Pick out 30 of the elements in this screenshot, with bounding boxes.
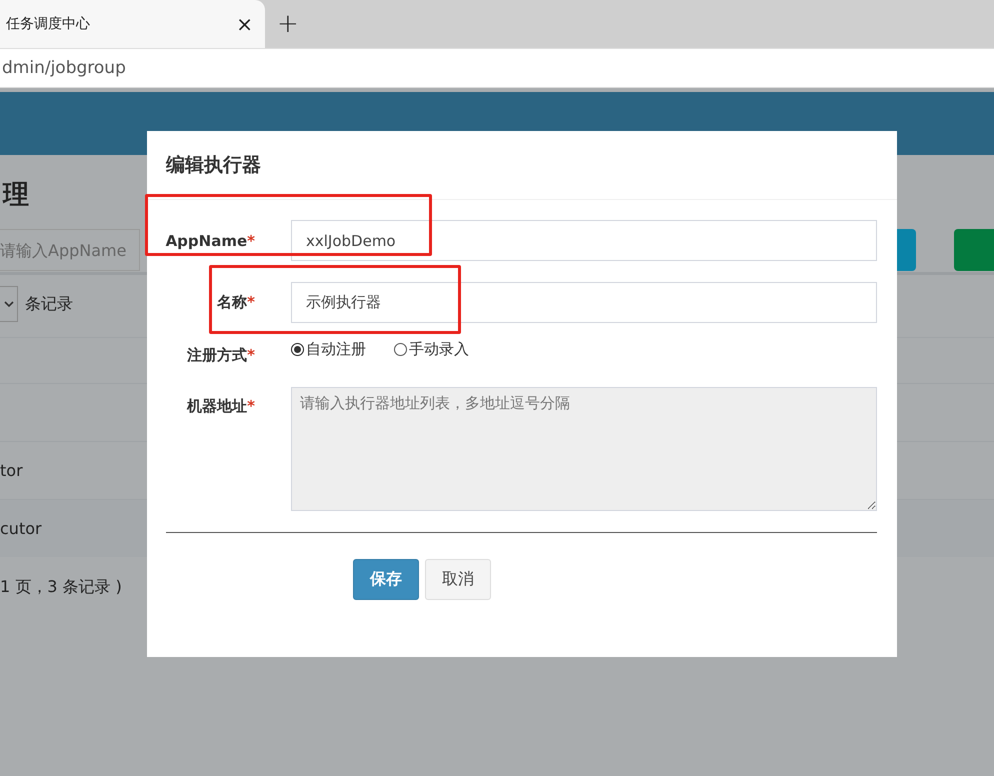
required-mark: * [247, 346, 255, 364]
page-title: 理 [2, 179, 30, 212]
field-label: 名称 [217, 293, 248, 311]
page-size-select[interactable] [0, 286, 18, 322]
radio-label[interactable]: 手动录入 [409, 340, 469, 359]
table-cell: tor [0, 461, 23, 480]
new-tab-button[interactable]: + [277, 9, 299, 39]
radio-button[interactable] [291, 343, 304, 356]
required-mark: * [247, 397, 255, 415]
browser-tab[interactable]: 任务调度中心 × [0, 0, 265, 48]
required-mark: * [247, 232, 255, 250]
radio-label[interactable]: 自动注册 [306, 340, 366, 359]
cancel-button[interactable]: 取消 [425, 559, 491, 600]
table-cell: cutor [0, 519, 42, 538]
save-button[interactable]: 保存 [353, 559, 419, 600]
field-label: 注册方式 [187, 346, 248, 364]
dialog-title: 编辑执行器 [166, 153, 261, 178]
field-label: AppName [166, 232, 248, 250]
chevron-down-icon [4, 300, 14, 308]
field-label: 机器地址 [187, 397, 248, 415]
required-mark: * [247, 293, 255, 311]
tab-title: 任务调度中心 [6, 15, 90, 33]
radio-button[interactable] [394, 343, 407, 356]
close-icon[interactable]: × [236, 12, 253, 36]
search-field[interactable]: 请输入AppName [0, 229, 140, 271]
table-info: 1 页，3 条记录 ) [0, 577, 122, 598]
page-size-label: 条记录 [25, 294, 73, 314]
address-bar[interactable]: dmin/jobgroup [0, 48, 994, 88]
input-field[interactable]: 示例执行器 [291, 282, 877, 323]
input-field[interactable]: xxlJobDemo [291, 220, 877, 261]
